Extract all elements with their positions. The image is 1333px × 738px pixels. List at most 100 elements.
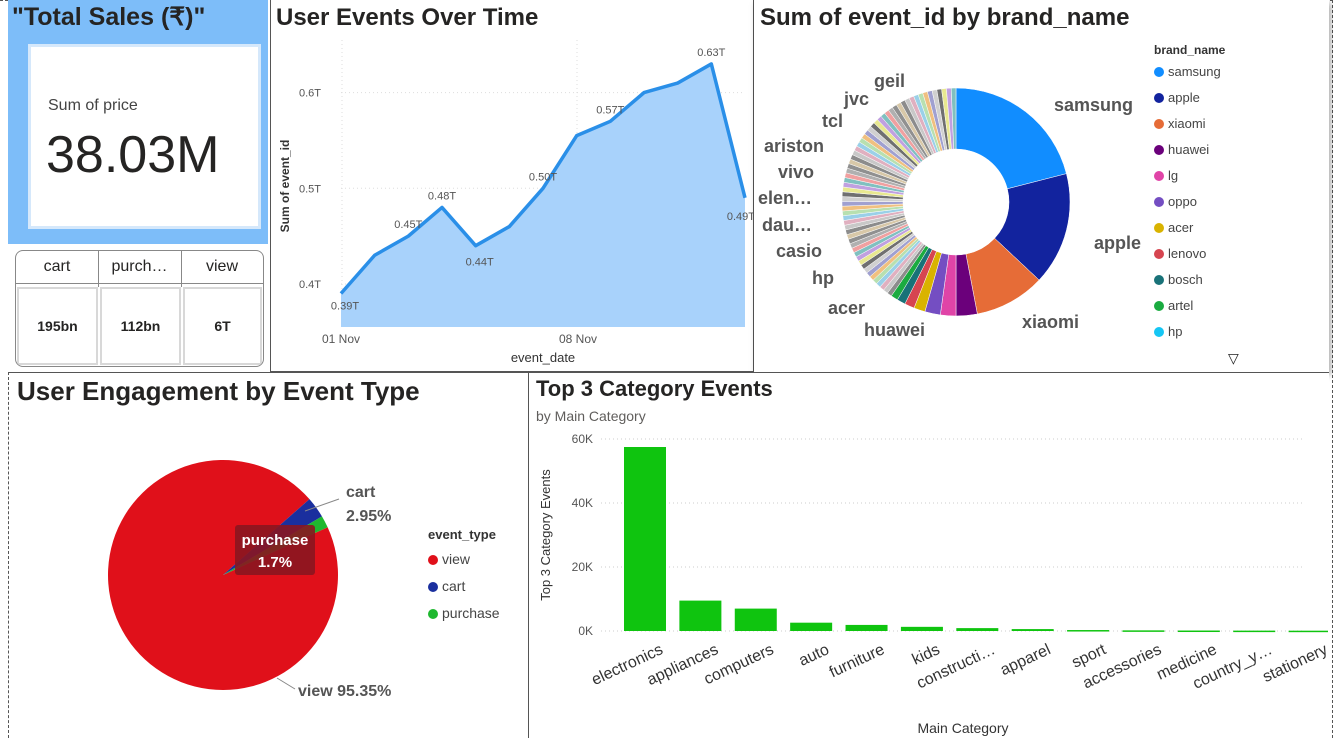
slice-label: dau… <box>762 215 812 235</box>
bar-kids <box>900 626 943 631</box>
top-category-events-visual[interactable]: Top 3 Category Events by Main Category 0… <box>528 372 1329 738</box>
line-chart-svg[interactable]: 0.4T 0.5T 0.6T 0.39T 0.45T 0.48T 0.44T 0.50T 0.5… <box>271 0 753 370</box>
table-divider <box>98 251 99 287</box>
legend-dot-icon <box>1154 275 1164 285</box>
legend-label: cart <box>442 578 466 594</box>
legend-label: samsung <box>1168 64 1221 79</box>
data-label: 0.63T <box>697 47 725 59</box>
slice-label: hp <box>812 268 834 288</box>
slice-label: vivo <box>778 162 814 182</box>
legend-item-acer[interactable]: acer <box>1154 220 1193 235</box>
y-tick-label: 60K <box>572 432 593 446</box>
y-tick-label: 0K <box>578 624 593 638</box>
pie-legend-title: event_type <box>428 527 496 542</box>
legend-label: bosch <box>1168 272 1203 287</box>
legend-item-purchase[interactable]: purchase <box>428 605 500 621</box>
legend-dot-icon <box>1154 223 1164 233</box>
total-sales-visual[interactable]: "Total Sales (₹)" Sum of price 38.03M <box>8 0 268 244</box>
slice-label: samsung <box>1054 95 1133 115</box>
slice-label: huawei <box>864 320 925 340</box>
data-label: 0.50T <box>529 171 557 183</box>
leader-line <box>276 677 296 690</box>
legend-scroll-down-icon[interactable]: ▽ <box>1228 350 1239 367</box>
data-label: 0.48T <box>428 190 456 202</box>
legend-item-samsung[interactable]: samsung <box>1154 64 1221 79</box>
donut-slice <box>955 87 1067 190</box>
bar-chart-svg[interactable]: 0K20K40K60Kelectronicsappliancescomputer… <box>529 373 1328 737</box>
table-header-cart[interactable]: cart <box>16 251 98 283</box>
y-axis-title: Sum of event_id <box>278 140 292 233</box>
legend-label: huawei <box>1168 142 1210 157</box>
x-axis-title: Main Category <box>917 720 1008 736</box>
donut-chart-svg[interactable]: samsung apple xiaomi huaweiacer hp casio dau… e… <box>754 0 1144 372</box>
table-cell-cart: 195bn <box>17 287 98 365</box>
legend-item-xiaomi[interactable]: xiaomi <box>1154 116 1206 131</box>
event-type-table[interactable]: cart purch… view 195bn 112bn 6T <box>15 250 264 367</box>
total-sales-value: 38.03M <box>46 126 220 184</box>
pie-label-purchase-value: 1.7% <box>258 554 292 571</box>
slice-label: geil <box>874 71 905 91</box>
bar-stationery <box>1288 630 1328 633</box>
legend-dot-icon <box>1154 197 1164 207</box>
legend-item-apple[interactable]: apple <box>1154 90 1200 105</box>
bar-constructi… <box>956 628 999 631</box>
legend-label: view <box>442 551 471 567</box>
legend-item-view[interactable]: view <box>428 551 470 567</box>
x-tick-label: apparel <box>998 641 1054 679</box>
bar-electronics <box>624 447 666 631</box>
pie-label-view: view 95.35% <box>298 683 391 700</box>
legend-item-cart[interactable]: cart <box>428 578 465 594</box>
bar-country_y… <box>1233 630 1276 633</box>
bar-medicine <box>1177 630 1220 633</box>
total-sales-label: Sum of price <box>48 97 138 114</box>
pie-label-cart-value: 2.95% <box>346 508 391 525</box>
user-engagement-visual[interactable]: User Engagement by Event Type cart 2.95% v… <box>8 372 528 738</box>
legend-label: lg <box>1168 168 1179 183</box>
pie-label-cart-name: cart <box>346 484 376 501</box>
brand-donut-visual[interactable]: Sum of event_id by brand_name samsung app… <box>754 0 1329 372</box>
total-sales-card[interactable]: Sum of price 38.03M <box>28 44 261 229</box>
legend-dot-icon <box>1154 67 1164 77</box>
legend-item-bosch[interactable]: bosch <box>1154 272 1203 287</box>
x-tick-label: kids <box>910 641 943 668</box>
data-label: 0.49T <box>727 211 753 223</box>
y-tick-label: 0.4T <box>299 279 321 291</box>
data-label: 0.44T <box>466 257 494 269</box>
bar-apparel <box>1011 629 1054 631</box>
slice-label: xiaomi <box>1022 312 1079 332</box>
legend-item-artel[interactable]: artel <box>1154 298 1193 313</box>
legend-label: artel <box>1168 298 1194 313</box>
slice-label: elen… <box>758 188 812 208</box>
legend-dot-icon <box>1154 301 1164 311</box>
y-tick-label: 20K <box>572 560 593 574</box>
slice-label: tcl <box>822 111 843 131</box>
table-header-view[interactable]: view <box>181 251 263 283</box>
table-header-purchase[interactable]: purch… <box>98 251 181 283</box>
legend-label: lenovo <box>1168 246 1207 261</box>
legend-dot-icon <box>1154 171 1164 181</box>
legend-item-oppo[interactable]: oppo <box>1154 194 1197 209</box>
slice-label: apple <box>1094 233 1141 253</box>
x-tick-label: 08 Nov <box>559 332 597 346</box>
slice-label: acer <box>828 298 865 318</box>
legend-item-hp[interactable]: hp <box>1154 324 1182 339</box>
bar-accessories <box>1122 630 1165 632</box>
slice-label: jvc <box>843 89 869 109</box>
data-label: 0.39T <box>331 301 359 313</box>
x-axis-title: event_date <box>511 350 575 365</box>
table-divider <box>181 251 182 287</box>
legend-item-huawei[interactable]: huawei <box>1154 142 1209 157</box>
table-cell-view: 6T <box>183 287 262 365</box>
legend-item-lg[interactable]: lg <box>1154 168 1178 183</box>
slice-label: casio <box>776 241 822 261</box>
legend-item-lenovo[interactable]: lenovo <box>1154 246 1206 261</box>
legend-dot-icon <box>1154 327 1164 337</box>
y-tick-label: 0.6T <box>299 88 321 100</box>
user-events-over-time-visual[interactable]: User Events Over Time 0.4T 0.5T 0.6T 0.39T 0… <box>270 0 754 372</box>
y-tick-label: 0.5T <box>299 183 321 195</box>
legend-label: xiaomi <box>1168 116 1206 131</box>
pie-label-purchase-name: purchase <box>242 532 309 549</box>
legend-dot-icon <box>1154 119 1164 129</box>
total-sales-title: "Total Sales (₹)" <box>12 3 206 31</box>
data-label: 0.57T <box>596 104 624 116</box>
